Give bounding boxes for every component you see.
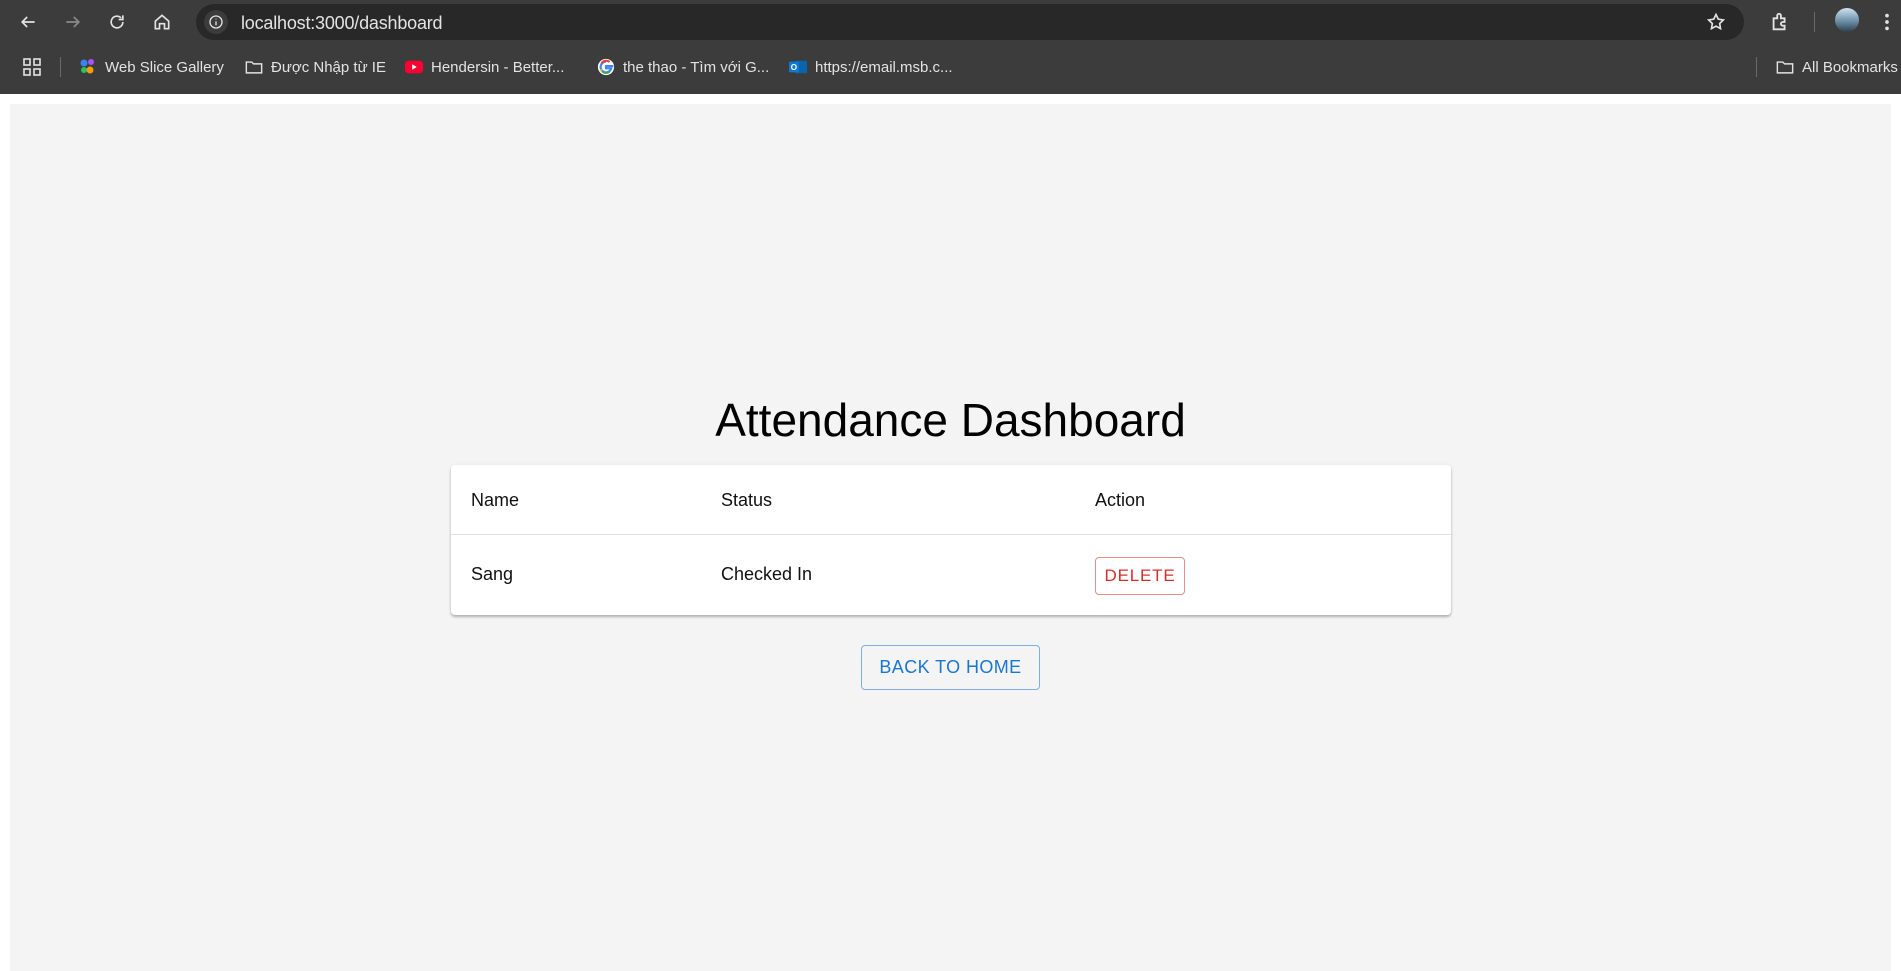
site-info-icon[interactable] — [204, 10, 228, 34]
extensions-icon[interactable] — [1768, 10, 1792, 34]
column-header-name: Name — [471, 490, 520, 510]
attendance-table: Name Status Action Sang Checked In DELET… — [451, 465, 1451, 615]
all-bookmarks-label: All Bookmarks — [1802, 58, 1898, 76]
google-icon — [597, 58, 615, 76]
row-name-cell: Sang — [471, 564, 514, 584]
star-icon[interactable] — [1706, 12, 1726, 32]
forward-arrow-icon[interactable] — [59, 8, 87, 36]
bookmark-label: Hendersin - Better... — [431, 58, 565, 76]
page-title: Attendance Dashboard — [715, 394, 1186, 446]
column-header-action: Action — [1095, 490, 1146, 510]
bookmark-the-thao[interactable]: the thao - Tìm với G... — [597, 50, 769, 84]
url-text[interactable]: localhost:3000/dashboard — [241, 13, 443, 34]
profile-avatar-icon[interactable] — [1833, 6, 1861, 34]
svg-text:O: O — [791, 63, 797, 72]
bookmark-label: Được Nhập từ IE — [271, 58, 386, 76]
folder-icon — [1776, 58, 1794, 76]
row-status-cell: Checked In — [721, 564, 813, 584]
viewport-border — [0, 94, 1901, 104]
bookmark-label: the thao - Tìm với G... — [623, 58, 770, 76]
all-bookmarks-button[interactable]: All Bookmarks — [1776, 50, 1898, 84]
folder-icon — [245, 58, 263, 76]
bookmark-label: https://email.msb.c... — [815, 58, 953, 76]
table-header-row: Name Status Action — [451, 465, 1451, 535]
viewport-border-right — [1891, 94, 1901, 971]
apps-grid-icon[interactable] — [22, 50, 42, 84]
bookmarks-right-separator — [1756, 57, 1757, 77]
youtube-icon — [405, 58, 423, 76]
bookmark-web-slice-gallery[interactable]: Web Slice Gallery — [79, 50, 224, 84]
bookmark-email-msb[interactable]: O https://email.msb.c... — [789, 50, 953, 84]
bookmark-imported-from-ie[interactable]: Được Nhập từ IE — [245, 50, 386, 84]
home-icon[interactable] — [148, 8, 176, 36]
address-row: localhost:3000/dashboard — [0, 0, 1901, 44]
reload-icon[interactable] — [103, 8, 131, 36]
column-header-status: Status — [721, 490, 773, 510]
address-bar[interactable]: localhost:3000/dashboard — [196, 4, 1744, 40]
menu-kebab-icon[interactable] — [1880, 10, 1894, 34]
back-arrow-icon[interactable] — [14, 8, 42, 36]
toolbar-separator — [1814, 12, 1815, 32]
viewport-border-left — [0, 94, 10, 971]
bookmark-label: Web Slice Gallery — [105, 58, 224, 76]
outlook-icon: O — [789, 58, 807, 76]
bookmarks-separator — [60, 57, 61, 77]
bookmark-hendersin[interactable]: Hendersin - Better... — [405, 50, 564, 84]
bookmarks-bar: Web Slice Gallery Được Nhập từ IE Hender… — [0, 50, 1901, 84]
delete-button[interactable]: DELETE — [1095, 557, 1185, 595]
web-slice-icon — [79, 58, 97, 76]
back-to-home-button[interactable]: BACK TO HOME — [861, 645, 1040, 690]
